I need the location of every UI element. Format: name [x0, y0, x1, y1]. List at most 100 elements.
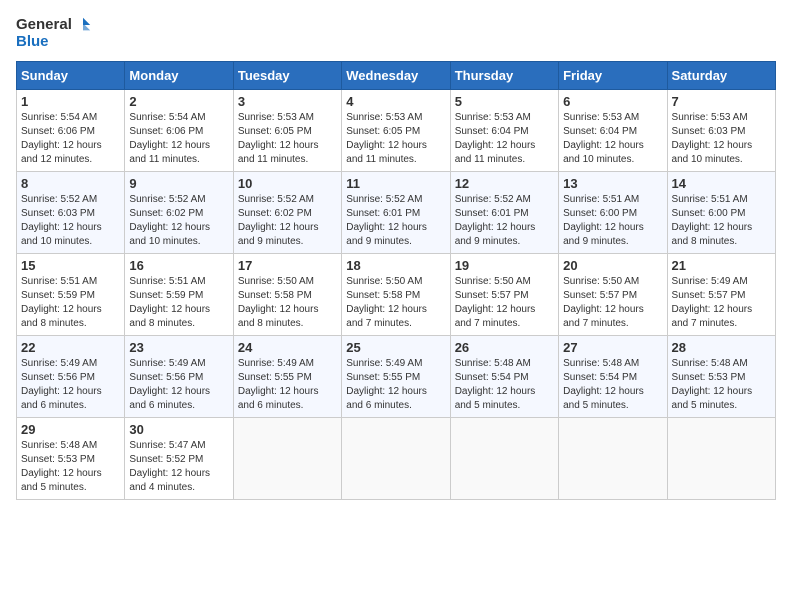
day-number: 22: [21, 340, 120, 355]
day-cell: [450, 417, 558, 499]
day-cell: 4 Sunrise: 5:53 AMSunset: 6:05 PMDayligh…: [342, 89, 450, 171]
day-cell: 22 Sunrise: 5:49 AMSunset: 5:56 PMDaylig…: [17, 335, 125, 417]
week-row-3: 15 Sunrise: 5:51 AMSunset: 5:59 PMDaylig…: [17, 253, 776, 335]
day-info: Sunrise: 5:48 AMSunset: 5:54 PMDaylight:…: [563, 357, 662, 413]
day-info: Sunrise: 5:49 AMSunset: 5:55 PMDaylight:…: [238, 357, 337, 413]
day-info: Sunrise: 5:50 AMSunset: 5:57 PMDaylight:…: [563, 275, 662, 331]
day-info: Sunrise: 5:51 AMSunset: 6:00 PMDaylight:…: [672, 193, 771, 249]
day-cell: 12 Sunrise: 5:52 AMSunset: 6:01 PMDaylig…: [450, 171, 558, 253]
day-number: 1: [21, 94, 120, 109]
day-info: Sunrise: 5:49 AMSunset: 5:56 PMDaylight:…: [21, 357, 120, 413]
day-number: 28: [672, 340, 771, 355]
day-info: Sunrise: 5:50 AMSunset: 5:58 PMDaylight:…: [346, 275, 445, 331]
day-number: 4: [346, 94, 445, 109]
day-info: Sunrise: 5:52 AMSunset: 6:02 PMDaylight:…: [238, 193, 337, 249]
day-number: 5: [455, 94, 554, 109]
day-cell: 16 Sunrise: 5:51 AMSunset: 5:59 PMDaylig…: [125, 253, 233, 335]
day-number: 29: [21, 422, 120, 437]
day-cell: 14 Sunrise: 5:51 AMSunset: 6:00 PMDaylig…: [667, 171, 775, 253]
day-number: 11: [346, 176, 445, 191]
day-cell: 26 Sunrise: 5:48 AMSunset: 5:54 PMDaylig…: [450, 335, 558, 417]
week-row-2: 8 Sunrise: 5:52 AMSunset: 6:03 PMDayligh…: [17, 171, 776, 253]
col-header-monday: Monday: [125, 61, 233, 89]
day-cell: 8 Sunrise: 5:52 AMSunset: 6:03 PMDayligh…: [17, 171, 125, 253]
day-info: Sunrise: 5:51 AMSunset: 6:00 PMDaylight:…: [563, 193, 662, 249]
day-info: Sunrise: 5:52 AMSunset: 6:01 PMDaylight:…: [346, 193, 445, 249]
day-info: Sunrise: 5:49 AMSunset: 5:57 PMDaylight:…: [672, 275, 771, 331]
day-cell: 23 Sunrise: 5:49 AMSunset: 5:56 PMDaylig…: [125, 335, 233, 417]
day-number: 13: [563, 176, 662, 191]
day-number: 3: [238, 94, 337, 109]
day-info: Sunrise: 5:53 AMSunset: 6:03 PMDaylight:…: [672, 111, 771, 167]
day-number: 21: [672, 258, 771, 273]
col-header-tuesday: Tuesday: [233, 61, 341, 89]
day-cell: 28 Sunrise: 5:48 AMSunset: 5:53 PMDaylig…: [667, 335, 775, 417]
day-cell: 6 Sunrise: 5:53 AMSunset: 6:04 PMDayligh…: [559, 89, 667, 171]
day-info: Sunrise: 5:47 AMSunset: 5:52 PMDaylight:…: [129, 439, 228, 495]
day-cell: 1 Sunrise: 5:54 AMSunset: 6:06 PMDayligh…: [17, 89, 125, 171]
week-row-5: 29 Sunrise: 5:48 AMSunset: 5:53 PMDaylig…: [17, 417, 776, 499]
day-cell: 29 Sunrise: 5:48 AMSunset: 5:53 PMDaylig…: [17, 417, 125, 499]
day-cell: 9 Sunrise: 5:52 AMSunset: 6:02 PMDayligh…: [125, 171, 233, 253]
day-info: Sunrise: 5:48 AMSunset: 5:53 PMDaylight:…: [672, 357, 771, 413]
day-cell: [559, 417, 667, 499]
col-header-thursday: Thursday: [450, 61, 558, 89]
col-header-saturday: Saturday: [667, 61, 775, 89]
day-number: 27: [563, 340, 662, 355]
day-cell: 7 Sunrise: 5:53 AMSunset: 6:03 PMDayligh…: [667, 89, 775, 171]
day-info: Sunrise: 5:48 AMSunset: 5:54 PMDaylight:…: [455, 357, 554, 413]
day-info: Sunrise: 5:49 AMSunset: 5:55 PMDaylight:…: [346, 357, 445, 413]
day-number: 2: [129, 94, 228, 109]
day-number: 19: [455, 258, 554, 273]
day-number: 12: [455, 176, 554, 191]
day-number: 30: [129, 422, 228, 437]
day-number: 20: [563, 258, 662, 273]
day-number: 26: [455, 340, 554, 355]
day-cell: 27 Sunrise: 5:48 AMSunset: 5:54 PMDaylig…: [559, 335, 667, 417]
day-cell: [342, 417, 450, 499]
page-header: General Blue: [16, 16, 776, 51]
day-cell: 21 Sunrise: 5:49 AMSunset: 5:57 PMDaylig…: [667, 253, 775, 335]
calendar-table: SundayMondayTuesdayWednesdayThursdayFrid…: [16, 61, 776, 500]
day-info: Sunrise: 5:48 AMSunset: 5:53 PMDaylight:…: [21, 439, 120, 495]
day-info: Sunrise: 5:53 AMSunset: 6:05 PMDaylight:…: [238, 111, 337, 167]
day-number: 6: [563, 94, 662, 109]
day-cell: 20 Sunrise: 5:50 AMSunset: 5:57 PMDaylig…: [559, 253, 667, 335]
day-info: Sunrise: 5:52 AMSunset: 6:02 PMDaylight:…: [129, 193, 228, 249]
day-cell: 15 Sunrise: 5:51 AMSunset: 5:59 PMDaylig…: [17, 253, 125, 335]
day-number: 16: [129, 258, 228, 273]
day-info: Sunrise: 5:49 AMSunset: 5:56 PMDaylight:…: [129, 357, 228, 413]
day-cell: 13 Sunrise: 5:51 AMSunset: 6:00 PMDaylig…: [559, 171, 667, 253]
day-cell: 24 Sunrise: 5:49 AMSunset: 5:55 PMDaylig…: [233, 335, 341, 417]
col-header-wednesday: Wednesday: [342, 61, 450, 89]
day-cell: 3 Sunrise: 5:53 AMSunset: 6:05 PMDayligh…: [233, 89, 341, 171]
day-info: Sunrise: 5:53 AMSunset: 6:04 PMDaylight:…: [455, 111, 554, 167]
week-row-4: 22 Sunrise: 5:49 AMSunset: 5:56 PMDaylig…: [17, 335, 776, 417]
day-cell: 30 Sunrise: 5:47 AMSunset: 5:52 PMDaylig…: [125, 417, 233, 499]
logo-arrow-icon: [74, 16, 92, 34]
day-cell: [667, 417, 775, 499]
day-number: 7: [672, 94, 771, 109]
day-info: Sunrise: 5:51 AMSunset: 5:59 PMDaylight:…: [21, 275, 120, 331]
day-info: Sunrise: 5:50 AMSunset: 5:58 PMDaylight:…: [238, 275, 337, 331]
day-cell: 5 Sunrise: 5:53 AMSunset: 6:04 PMDayligh…: [450, 89, 558, 171]
day-cell: 25 Sunrise: 5:49 AMSunset: 5:55 PMDaylig…: [342, 335, 450, 417]
col-header-friday: Friday: [559, 61, 667, 89]
day-number: 18: [346, 258, 445, 273]
day-number: 17: [238, 258, 337, 273]
day-cell: 2 Sunrise: 5:54 AMSunset: 6:06 PMDayligh…: [125, 89, 233, 171]
day-info: Sunrise: 5:51 AMSunset: 5:59 PMDaylight:…: [129, 275, 228, 331]
day-number: 14: [672, 176, 771, 191]
day-cell: 10 Sunrise: 5:52 AMSunset: 6:02 PMDaylig…: [233, 171, 341, 253]
day-info: Sunrise: 5:54 AMSunset: 6:06 PMDaylight:…: [129, 111, 228, 167]
day-info: Sunrise: 5:54 AMSunset: 6:06 PMDaylight:…: [21, 111, 120, 167]
logo-text: General Blue: [16, 16, 92, 51]
day-cell: 17 Sunrise: 5:50 AMSunset: 5:58 PMDaylig…: [233, 253, 341, 335]
day-number: 24: [238, 340, 337, 355]
day-info: Sunrise: 5:53 AMSunset: 6:05 PMDaylight:…: [346, 111, 445, 167]
day-number: 10: [238, 176, 337, 191]
day-info: Sunrise: 5:52 AMSunset: 6:01 PMDaylight:…: [455, 193, 554, 249]
day-cell: 18 Sunrise: 5:50 AMSunset: 5:58 PMDaylig…: [342, 253, 450, 335]
day-number: 25: [346, 340, 445, 355]
logo: General Blue: [16, 16, 92, 51]
